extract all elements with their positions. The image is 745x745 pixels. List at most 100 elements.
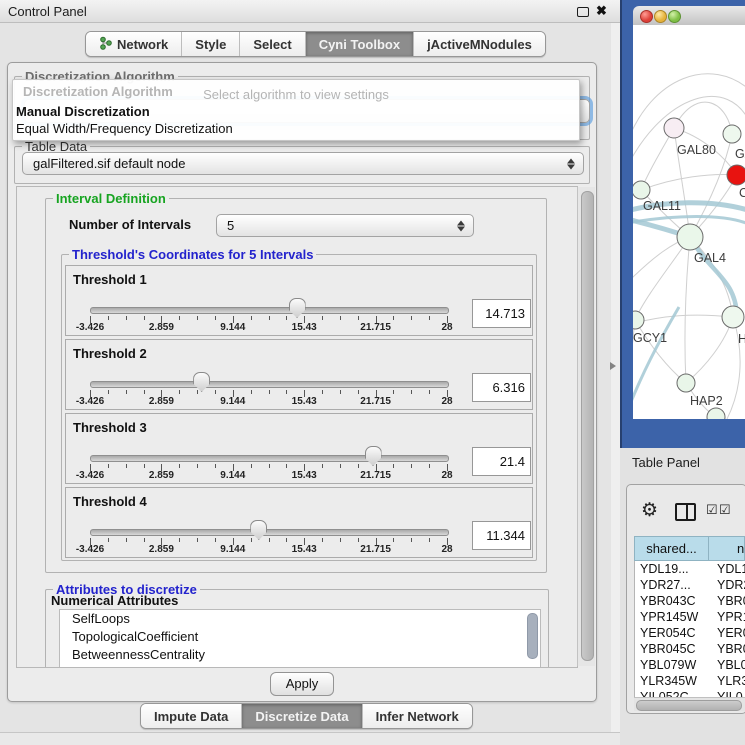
- slider-tick: [393, 464, 394, 468]
- table-row[interactable]: YBR045CYBR0: [635, 641, 745, 657]
- network-node-red-node[interactable]: [727, 165, 745, 185]
- tab-impute-data[interactable]: Impute Data: [141, 704, 241, 728]
- select-all-columns-icon[interactable]: ☑: [719, 502, 731, 518]
- slider-thumb[interactable]: [365, 446, 382, 466]
- network-node-node-right-mid[interactable]: [722, 306, 744, 328]
- network-node-GAL4[interactable]: [677, 224, 703, 250]
- threshold-value-field[interactable]: 14.713: [472, 299, 531, 328]
- slider-tick: [144, 390, 145, 394]
- slider-tick: [411, 316, 412, 320]
- network-node-node-bottom[interactable]: [707, 408, 725, 419]
- tab-infer-network[interactable]: Infer Network: [362, 704, 472, 728]
- table-hscrollbar-track[interactable]: [634, 697, 745, 711]
- threshold-value-field[interactable]: 11.344: [472, 521, 531, 550]
- threshold-row-4: Threshold 4-3.4262.8599.14415.4321.71528…: [65, 487, 533, 558]
- table-row[interactable]: YBL079WYBL0: [635, 657, 745, 673]
- slider-scale-label: 21.715: [360, 470, 391, 481]
- network-node-node-top-right[interactable]: [723, 125, 741, 143]
- network-window-titlebar[interactable]: [633, 6, 745, 26]
- tab-cyni-toolbox[interactable]: Cyni Toolbox: [305, 32, 413, 56]
- network-node-GCY1[interactable]: [633, 311, 644, 329]
- slider-tick: [144, 464, 145, 468]
- network-node-GAL80[interactable]: [664, 118, 684, 138]
- tab-select[interactable]: Select: [239, 32, 304, 56]
- threshold-value-field[interactable]: 6.316: [472, 373, 531, 402]
- slider-thumb[interactable]: [193, 372, 210, 392]
- table-data-combobox[interactable]: galFiltered.sif default node: [22, 152, 584, 175]
- column-header-shared-name[interactable]: shared...: [634, 536, 709, 561]
- slider-tick: [251, 316, 252, 320]
- tab-style[interactable]: Style: [181, 32, 239, 56]
- zoom-traffic-light-icon[interactable]: [668, 10, 681, 23]
- slider-tick: [411, 464, 412, 468]
- dropdown-placeholder-item[interactable]: Select algorithm to view settings: [13, 87, 579, 102]
- slider-tick: [269, 390, 270, 394]
- table-hscrollbar-thumb[interactable]: [636, 700, 742, 711]
- attribute-list-item[interactable]: BetweennessCentrality: [60, 646, 540, 664]
- table-row[interactable]: YDL19...YDL1: [635, 561, 745, 577]
- slider-tick: [108, 464, 109, 468]
- number-of-intervals-value: 5: [227, 218, 234, 233]
- table-row[interactable]: YDR27...YDR2: [635, 577, 745, 593]
- gear-icon[interactable]: ⚙: [641, 499, 658, 522]
- slider-tick: [179, 316, 180, 320]
- panel-splitter[interactable]: [611, 0, 620, 745]
- number-of-intervals-combobox[interactable]: 5: [216, 214, 474, 237]
- slider-tick: [108, 316, 109, 320]
- slider-track[interactable]: [90, 307, 449, 314]
- slider-tick: [251, 464, 252, 468]
- table-row[interactable]: YPR145WYPR1: [635, 609, 745, 625]
- table-data-value: galFiltered.sif default node: [33, 156, 185, 171]
- float-window-icon[interactable]: [577, 7, 589, 17]
- network-graph: GAL80GACGAL11GAL4GCY1HHAP2: [633, 25, 745, 419]
- slider-scale-label: 21.715: [360, 396, 391, 407]
- column-header-name[interactable]: n: [709, 536, 745, 561]
- slider-tick: [286, 316, 287, 320]
- threshold-value-field[interactable]: 21.4: [472, 447, 531, 476]
- slider-tick: [393, 316, 394, 320]
- network-node-HAP2[interactable]: [677, 374, 695, 392]
- slider-tick: [251, 538, 252, 542]
- slider-thumb[interactable]: [250, 520, 267, 540]
- slider-track[interactable]: [90, 455, 449, 462]
- attribute-list-item[interactable]: TopologicalCoefficient: [60, 628, 540, 646]
- slider-tick: [411, 390, 412, 394]
- dropdown-item-manual-discretization[interactable]: Manual Discretization: [16, 104, 150, 119]
- minimize-traffic-light-icon[interactable]: [654, 10, 667, 23]
- main-scrollbar-track[interactable]: [577, 187, 595, 666]
- cell-name: YPR1: [713, 609, 745, 625]
- tab-jactivemnodules[interactable]: jActiveMNodules: [413, 32, 545, 56]
- slider-scale-label: 28: [441, 544, 452, 555]
- network-icon: [99, 36, 112, 53]
- apply-button[interactable]: Apply: [270, 672, 334, 696]
- slider-tick: [286, 464, 287, 468]
- network-node-label: GAL80: [677, 143, 716, 157]
- close-icon[interactable]: ✖: [596, 3, 607, 19]
- attribute-list-item[interactable]: SelfLoops: [60, 610, 540, 628]
- list-scrollbar-thumb[interactable]: [527, 613, 538, 659]
- tab-label: jActiveMNodules: [427, 37, 532, 52]
- slider-tick: [269, 316, 270, 320]
- table-row[interactable]: YER054CYER0: [635, 625, 745, 641]
- window-bottom-strip: [0, 733, 620, 745]
- split-columns-icon[interactable]: [675, 503, 696, 521]
- slider-tick: [179, 464, 180, 468]
- tab-discretize-data[interactable]: Discretize Data: [241, 704, 361, 728]
- slider-track[interactable]: [90, 381, 449, 388]
- select-columns-icon[interactable]: ☑: [706, 502, 718, 518]
- table-row[interactable]: YBR043CYBR0: [635, 593, 745, 609]
- network-view-canvas[interactable]: GAL80GACGAL11GAL4GCY1HHAP2: [633, 25, 745, 419]
- numerical-attributes-list[interactable]: SelfLoopsTopologicalCoefficientBetweenne…: [59, 609, 541, 668]
- slider-thumb[interactable]: [289, 298, 306, 318]
- network-node-GAL11[interactable]: [633, 181, 650, 199]
- main-scrollbar-thumb[interactable]: [581, 191, 594, 661]
- slider-track[interactable]: [90, 529, 449, 536]
- network-node-label: GA: [735, 147, 745, 161]
- dropdown-item-equal-width[interactable]: Equal Width/Frequency Discretization: [16, 121, 233, 136]
- table-row[interactable]: YIL052CYIL0: [635, 689, 745, 697]
- cell-name: YDL1: [713, 561, 745, 577]
- table-row[interactable]: YLR345WYLR3: [635, 673, 745, 689]
- slider-tick: [411, 538, 412, 542]
- close-traffic-light-icon[interactable]: [640, 10, 653, 23]
- tab-network[interactable]: Network: [86, 32, 181, 56]
